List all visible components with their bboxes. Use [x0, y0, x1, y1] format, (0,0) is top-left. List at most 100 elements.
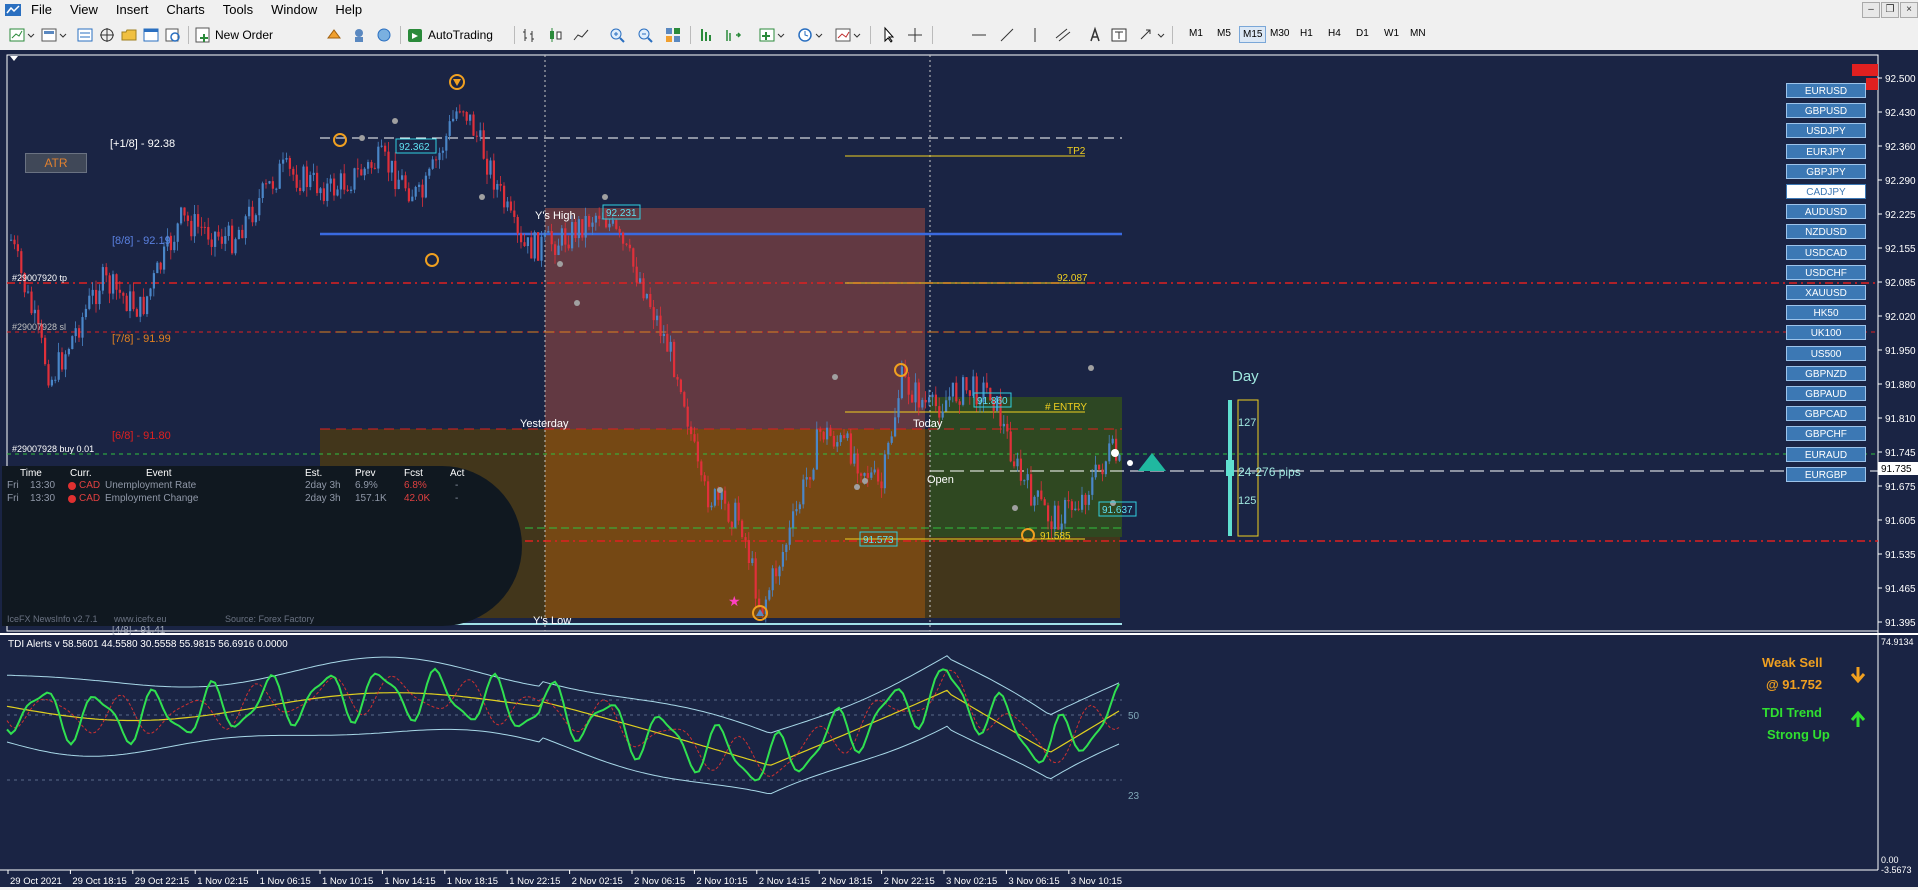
candle-body: [673, 341, 676, 378]
vertical-line-icon[interactable]: [1026, 24, 1044, 46]
candle-body: [513, 210, 516, 217]
menu-window[interactable]: Window: [262, 0, 326, 20]
timeframe-w1[interactable]: W1: [1381, 26, 1402, 41]
time-tick-label: 1 Nov 02:15: [197, 876, 248, 887]
symbol-button-nzdusd[interactable]: NZDUSD: [1786, 224, 1866, 240]
horizontal-line-icon[interactable]: [970, 24, 988, 46]
cursor-icon[interactable]: [880, 24, 898, 46]
news-footer-version: IceFX NewsInfo v2.7.1: [7, 614, 98, 624]
chart-shift-icon[interactable]: [698, 24, 716, 46]
symbol-button-gbpcad[interactable]: GBPCAD: [1786, 406, 1866, 422]
price-label-91860: 91.860: [977, 396, 1008, 407]
candle-body: [190, 220, 193, 237]
symbol-button-gbpjpy[interactable]: GBPJPY: [1786, 163, 1866, 179]
timeframe-m30[interactable]: M30: [1267, 26, 1292, 41]
market-watch-icon[interactable]: [76, 24, 94, 46]
symbol-button-uk100[interactable]: UK100: [1786, 325, 1866, 341]
new-chart-icon[interactable]: [8, 24, 36, 46]
symbol-button-hk50[interactable]: HK50: [1786, 305, 1866, 321]
symbol-button-eurusd[interactable]: EURUSD: [1786, 83, 1866, 98]
symbol-button-gbpnzd[interactable]: GBPNZD: [1786, 365, 1866, 381]
menu-file[interactable]: File: [22, 0, 61, 20]
trendline-icon[interactable]: [998, 24, 1016, 46]
candle-body: [336, 189, 339, 196]
candle-body: [812, 469, 815, 480]
crosshair-icon[interactable]: [906, 24, 924, 46]
time-axis[interactable]: 29 Oct 2021 29 Oct 18:15 29 Oct 22:15 1 Nov…: [7, 870, 1122, 887]
symbol-button-audusd[interactable]: AUDUSD: [1786, 204, 1866, 220]
templates-icon[interactable]: [834, 24, 862, 46]
menu-charts[interactable]: Charts: [157, 0, 213, 20]
candle-body: [57, 352, 60, 380]
timeframe-mn[interactable]: MN: [1407, 26, 1429, 41]
indicators-icon[interactable]: [758, 24, 786, 46]
tdi-indicator-lines: [6, 655, 1120, 795]
channel-icon[interactable]: [1054, 24, 1072, 46]
candle-body: [965, 377, 968, 391]
minimize-icon[interactable]: –: [1862, 2, 1880, 18]
timeframe-m1[interactable]: M1: [1186, 26, 1206, 41]
zoom-out-icon[interactable]: [636, 24, 654, 46]
autotrading-button[interactable]: AutoTrading: [406, 24, 493, 46]
text-label-icon[interactable]: [1110, 24, 1128, 46]
auto-scroll-icon[interactable]: [724, 24, 742, 46]
timeframe-m5[interactable]: M5: [1214, 26, 1234, 41]
menu-view[interactable]: View: [61, 0, 107, 20]
symbol-button-us500[interactable]: US500: [1786, 345, 1866, 361]
price-axis[interactable]: 92.500 92.430 92.360 92.290 92.225 92.155 92.0…: [1878, 74, 1916, 629]
signals-icon[interactable]: [350, 24, 368, 46]
candle-body: [533, 232, 536, 259]
tile-windows-icon[interactable]: [664, 24, 682, 46]
symbol-button-eurjpy[interactable]: EURJPY: [1786, 143, 1866, 159]
symbol-button-gbpchf[interactable]: GBPCHF: [1786, 426, 1866, 442]
atr-button[interactable]: ATR: [25, 153, 87, 173]
news-footer-link[interactable]: www.icefx.eu: [114, 614, 167, 624]
timeframe-m15[interactable]: M15: [1239, 26, 1267, 43]
symbol-button-gbpusd[interactable]: GBPUSD: [1786, 103, 1866, 119]
expert-advisors-icon[interactable]: [325, 24, 343, 46]
news-row-act: -: [455, 480, 459, 491]
symbol-button-cadjpy[interactable]: CADJPY: [1786, 184, 1866, 199]
menu-help[interactable]: Help: [326, 0, 371, 20]
symbol-button-eurgbp[interactable]: EURGBP: [1786, 466, 1866, 482]
text-icon[interactable]: [1086, 24, 1104, 46]
candle-body: [465, 111, 468, 121]
candlestick-chart-icon[interactable]: [546, 24, 564, 46]
market-icon[interactable]: [375, 24, 393, 46]
symbol-button-usdchf[interactable]: USDCHF: [1786, 264, 1866, 280]
chart-scroll-marker-icon[interactable]: [10, 56, 18, 61]
price-tick-label: 92.430: [1885, 108, 1916, 119]
bar-chart-icon[interactable]: [520, 24, 538, 46]
zoom-in-icon[interactable]: [608, 24, 626, 46]
timeframe-h1[interactable]: H1: [1297, 26, 1316, 41]
metatrader-app-icon[interactable]: [4, 1, 22, 19]
menu-tools[interactable]: Tools: [214, 0, 262, 20]
day-low-pips: 125: [1238, 495, 1256, 507]
profiles-icon[interactable]: [40, 24, 68, 46]
symbol-button-euraud[interactable]: EURAUD: [1786, 446, 1866, 462]
timeframe-d1[interactable]: D1: [1353, 26, 1372, 41]
symbol-button-usdcad[interactable]: USDCAD: [1786, 244, 1866, 260]
strategy-tester-icon[interactable]: [164, 24, 182, 46]
symbol-button-usdjpy[interactable]: USDJPY: [1786, 123, 1866, 139]
navigator-icon[interactable]: [120, 24, 138, 46]
new-order-button[interactable]: New Order: [194, 24, 273, 46]
timeframe-h4[interactable]: H4: [1325, 26, 1344, 41]
close-icon[interactable]: ×: [1900, 2, 1918, 18]
symbol-button-gbpaud[interactable]: GBPAUD: [1786, 386, 1866, 401]
restore-icon[interactable]: ❐: [1881, 2, 1899, 18]
candle-body: [333, 178, 336, 196]
line-chart-icon[interactable]: [572, 24, 590, 46]
chart-window[interactable]: ★ Day 127 24-276 pips 125 [+1/8] - 92.38…: [0, 50, 1918, 887]
day-label: Day: [1232, 368, 1259, 385]
candle-body: [1040, 490, 1043, 500]
symbol-button-xauusd[interactable]: XAUUSD: [1786, 285, 1866, 300]
price-tick-label: 91.950: [1885, 346, 1916, 357]
arrows-icon[interactable]: [1138, 24, 1166, 46]
data-window-icon[interactable]: [98, 24, 116, 46]
candle-body: [1033, 496, 1036, 506]
periods-icon[interactable]: [796, 24, 824, 46]
terminal-icon[interactable]: [142, 24, 160, 46]
menu-insert[interactable]: Insert: [107, 0, 158, 20]
fractal-dot: [862, 478, 868, 484]
